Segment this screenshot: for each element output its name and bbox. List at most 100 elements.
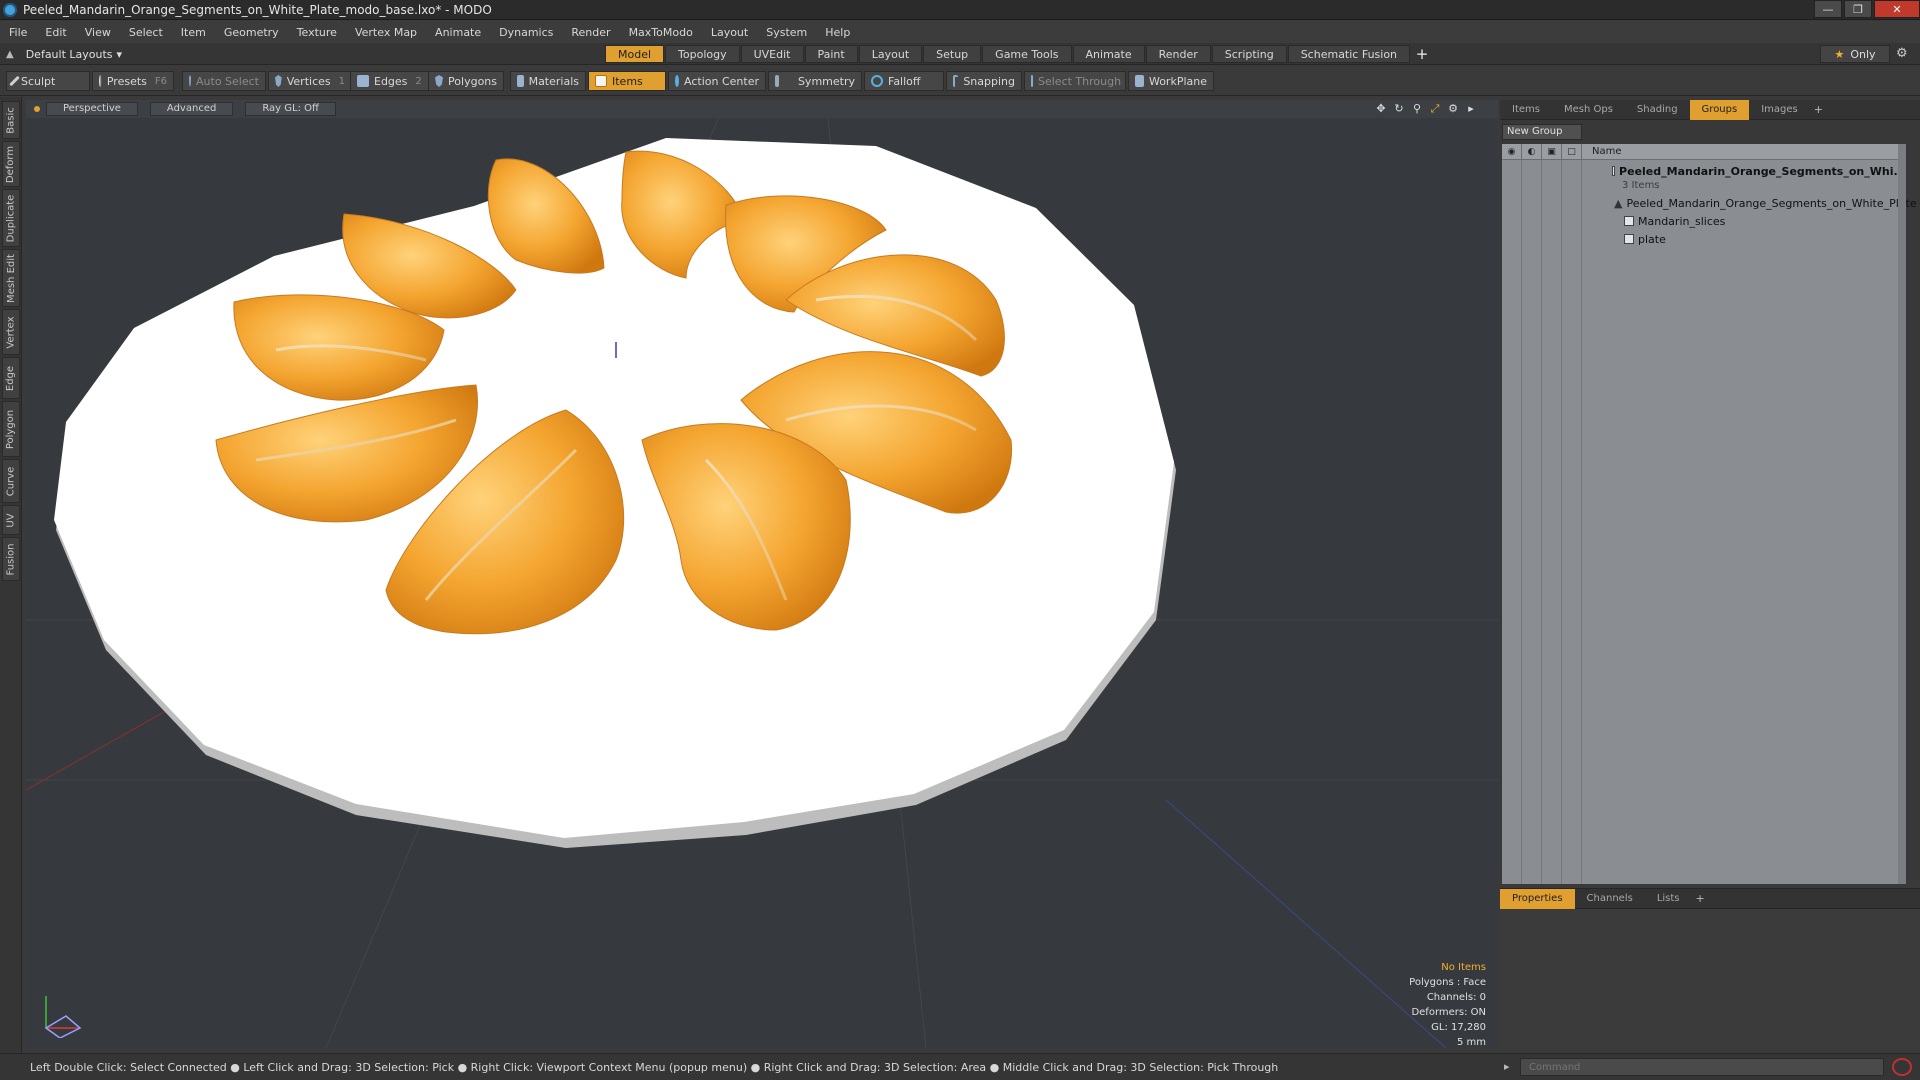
polygons-button[interactable]: Polygons: [428, 71, 504, 91]
tab-model[interactable]: Model: [605, 45, 665, 63]
add-tab-icon[interactable]: +: [1411, 45, 1433, 63]
tab-game-tools[interactable]: Game Tools: [982, 45, 1072, 63]
vtab-curve[interactable]: Curve: [2, 459, 20, 503]
tab-layout[interactable]: Layout: [858, 45, 923, 63]
sculpt-button[interactable]: Sculpt: [6, 71, 90, 91]
vertices-button[interactable]: Vertices 1: [268, 71, 352, 91]
viewport-menu-arrow-icon[interactable]: ▸: [1462, 102, 1480, 116]
vtab-mesh-edit[interactable]: Mesh Edit: [2, 249, 20, 307]
maximize-button[interactable]: ❐: [1844, 0, 1872, 18]
vtab-uv[interactable]: UV: [2, 505, 20, 535]
name-column-header[interactable]: Name: [1582, 144, 1622, 159]
items-button[interactable]: Items: [588, 71, 666, 91]
tab-mesh-ops[interactable]: Mesh Ops: [1552, 100, 1625, 120]
tab-setup[interactable]: Setup: [923, 45, 982, 63]
tab-images[interactable]: Images: [1749, 100, 1810, 120]
menu-texture[interactable]: Texture: [288, 26, 346, 39]
tab-uvedit[interactable]: UVEdit: [740, 45, 804, 63]
layout-dropdown-label: Default Layouts: [25, 47, 113, 61]
workplane-button[interactable]: WorkPlane: [1128, 71, 1214, 91]
zoom-icon[interactable]: ⚲: [1408, 102, 1426, 116]
shading-mode-button[interactable]: Advanced: [149, 102, 234, 116]
menu-vertex-map[interactable]: Vertex Map: [346, 26, 426, 39]
action-center-icon: [675, 75, 680, 87]
rotate-icon[interactable]: ↻: [1390, 102, 1408, 116]
select-column-icon[interactable]: □: [1562, 144, 1582, 159]
command-history-icon[interactable]: [1892, 1058, 1912, 1076]
vtab-edge[interactable]: Edge: [2, 357, 20, 399]
vtab-deform[interactable]: Deform: [2, 141, 20, 187]
menu-animate[interactable]: Animate: [426, 26, 490, 39]
tab-lists[interactable]: Lists: [1645, 889, 1692, 909]
vtab-polygon[interactable]: Polygon: [2, 401, 20, 457]
maximize-viewport-icon[interactable]: ⤢: [1426, 102, 1444, 116]
raygl-button[interactable]: Ray GL: Off: [245, 102, 336, 116]
pan-icon[interactable]: ✥: [1372, 102, 1390, 116]
tab-properties[interactable]: Properties: [1500, 888, 1575, 909]
tree-row-mandarin-slices[interactable]: Mandarin_slices: [1502, 212, 1906, 230]
view-type-button[interactable]: Perspective: [46, 102, 138, 116]
layout-bar: ▲ Default Layouts ▾ Model Topology UVEdi…: [0, 43, 1920, 65]
action-center-button[interactable]: Action Center: [668, 71, 766, 91]
vtab-basic[interactable]: Basic: [2, 101, 20, 139]
menu-system[interactable]: System: [757, 26, 816, 39]
menu-view[interactable]: View: [76, 26, 120, 39]
tab-topology[interactable]: Topology: [665, 45, 740, 63]
tree-row-locator[interactable]: ▲ Peeled_Mandarin_Orange_Segments_on_Whi…: [1502, 194, 1917, 212]
vtab-fusion[interactable]: Fusion: [2, 537, 20, 581]
tab-render[interactable]: Render: [1145, 45, 1211, 63]
falloff-button[interactable]: Falloff: [864, 71, 944, 91]
polygons-icon: [435, 75, 444, 87]
tab-groups[interactable]: Groups: [1689, 99, 1750, 120]
snapping-button[interactable]: Snapping: [946, 71, 1022, 91]
viewport-gear-icon[interactable]: ⚙: [1444, 102, 1462, 116]
tab-scripting[interactable]: Scripting: [1211, 45, 1287, 63]
tab-schematic-fusion[interactable]: Schematic Fusion: [1287, 45, 1411, 63]
add-panel-tab-icon[interactable]: +: [1814, 103, 1823, 116]
tab-items[interactable]: Items: [1500, 100, 1552, 120]
menu-help[interactable]: Help: [816, 26, 859, 39]
add-properties-tab-icon[interactable]: +: [1696, 892, 1705, 905]
tab-channels[interactable]: Channels: [1575, 889, 1645, 909]
symmetry-button[interactable]: Symmetry: [768, 71, 862, 91]
menu-geometry[interactable]: Geometry: [215, 26, 288, 39]
menu-layout[interactable]: Layout: [702, 26, 757, 39]
layout-dropdown[interactable]: ▲ Default Layouts ▾: [6, 46, 122, 62]
workplane-label: WorkPlane: [1148, 74, 1207, 88]
vtab-vertex[interactable]: Vertex: [2, 309, 20, 355]
lock-column-icon[interactable]: ▣: [1542, 144, 1562, 159]
edges-button[interactable]: Edges 2: [350, 71, 430, 91]
new-group-button[interactable]: New Group: [1502, 124, 1582, 140]
menu-select[interactable]: Select: [120, 26, 172, 39]
visibility-column-icon[interactable]: ◉: [1502, 144, 1522, 159]
tab-animate[interactable]: Animate: [1072, 45, 1145, 63]
menu-item[interactable]: Item: [172, 26, 215, 39]
tree-scrollbar[interactable]: [1898, 144, 1906, 884]
auto-select-label: Auto Select: [196, 74, 259, 88]
render-column-icon[interactable]: ◐: [1522, 144, 1542, 159]
menu-dynamics[interactable]: Dynamics: [490, 26, 562, 39]
gear-icon[interactable]: ⚙: [1896, 46, 1908, 61]
auto-select-button[interactable]: Auto Select: [182, 71, 266, 91]
select-through-button[interactable]: Select Through: [1024, 71, 1126, 91]
3d-viewport[interactable]: Perspective Advanced Ray GL: Off ✥ ↻ ⚲ ⤢…: [26, 100, 1498, 1048]
menu-edit[interactable]: Edit: [36, 26, 75, 39]
collapse-up-icon[interactable]: ▲: [6, 49, 14, 60]
layout-tabs: Model Topology UVEdit Paint Layout Setup…: [605, 45, 1433, 63]
tree-row-plate[interactable]: plate: [1502, 230, 1906, 248]
vtab-deform-label: Deform: [5, 145, 17, 183]
menu-file[interactable]: File: [0, 26, 36, 39]
minimize-button[interactable]: —: [1814, 0, 1842, 18]
tab-shading[interactable]: Shading: [1625, 100, 1690, 120]
close-button[interactable]: ✕: [1874, 0, 1920, 18]
vtab-duplicate[interactable]: Duplicate: [2, 189, 20, 247]
command-input[interactable]: [1520, 1058, 1884, 1076]
tree-row-group[interactable]: Peeled_Mandarin_Orange_Segments_on_Whi..…: [1502, 162, 1906, 180]
only-button[interactable]: ★ Only: [1820, 45, 1890, 63]
menu-render[interactable]: Render: [562, 26, 619, 39]
tab-paint[interactable]: Paint: [804, 45, 858, 63]
menu-maxtomodo[interactable]: MaxToModo: [620, 26, 702, 39]
materials-button[interactable]: Materials: [510, 71, 586, 91]
materials-label: Materials: [528, 74, 579, 88]
presets-button[interactable]: Presets F6: [92, 71, 174, 91]
